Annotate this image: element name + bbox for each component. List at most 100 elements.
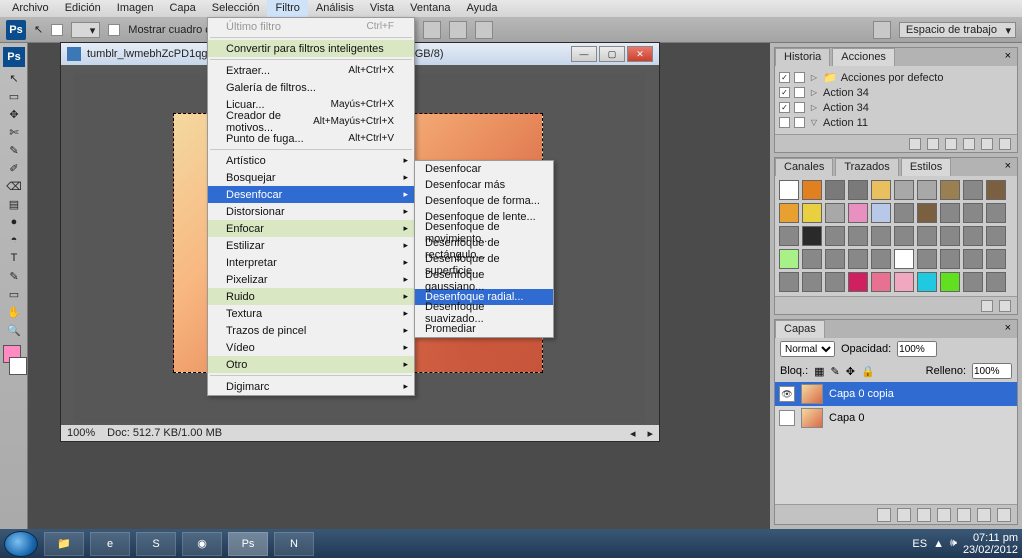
style-swatch[interactable]	[871, 180, 891, 200]
mask-icon[interactable]	[917, 508, 931, 522]
tool-icon[interactable]: ▭	[3, 87, 25, 105]
style-swatch[interactable]	[917, 226, 937, 246]
style-swatch[interactable]	[940, 249, 960, 269]
clock[interactable]: 07:11 pm 23/02/2012	[963, 532, 1018, 556]
style-swatch[interactable]	[871, 272, 891, 292]
style-swatch[interactable]	[917, 180, 937, 200]
taskbar-ie[interactable]: e	[90, 532, 130, 556]
style-swatch[interactable]	[825, 249, 845, 269]
menuitem-digimarc[interactable]: Digimarc	[208, 378, 414, 395]
layer-thumb[interactable]	[801, 408, 823, 428]
menuitem-trazos-de-pincel[interactable]: Trazos de pincel	[208, 322, 414, 339]
taskbar-onenote[interactable]: N	[274, 532, 314, 556]
style-swatch[interactable]	[963, 226, 983, 246]
layer-row[interactable]: 👁Capa 0 copia	[775, 382, 1017, 406]
action-dialog[interactable]	[794, 87, 805, 98]
style-swatch[interactable]	[986, 272, 1006, 292]
menu-vista[interactable]: Vista	[362, 0, 402, 17]
action-dialog[interactable]	[794, 102, 805, 113]
scroll-left-icon[interactable]: ◂	[630, 427, 636, 440]
action-row[interactable]: ✓▷📁Acciones por defecto	[779, 70, 1013, 85]
style-swatch[interactable]	[894, 249, 914, 269]
menuitem-convertir-para-filtros-inteligentes[interactable]: Convertir para filtros inteligentes	[208, 40, 414, 57]
action-check[interactable]: ✓	[779, 102, 790, 113]
trash-icon[interactable]	[997, 508, 1011, 522]
adjustment-icon[interactable]	[937, 508, 951, 522]
menu-análisis[interactable]: Análisis	[308, 0, 362, 17]
style-swatch[interactable]	[894, 226, 914, 246]
scroll-right-icon[interactable]: ▸	[647, 427, 653, 440]
submenuitem-desenfoque-gaussiano-[interactable]: Desenfoque gaussiano...	[415, 273, 553, 289]
style-swatch[interactable]	[848, 272, 868, 292]
menuitem-distorsionar[interactable]: Distorsionar	[208, 203, 414, 220]
style-swatch[interactable]	[940, 226, 960, 246]
action-row[interactable]: ✓▷Action 34	[779, 85, 1013, 100]
fx-icon[interactable]	[897, 508, 911, 522]
style-swatch[interactable]	[779, 226, 799, 246]
taskbar-photoshop[interactable]: Ps	[228, 532, 268, 556]
start-button[interactable]	[4, 531, 38, 557]
tool-icon[interactable]: ⌫	[3, 177, 25, 195]
link-icon[interactable]	[877, 508, 891, 522]
style-swatch[interactable]	[779, 249, 799, 269]
menuitem-interpretar[interactable]: Interpretar	[208, 254, 414, 271]
tool-icon[interactable]: ✥	[3, 105, 25, 123]
style-swatch[interactable]	[848, 203, 868, 223]
tool-icon[interactable]: 🔍	[3, 321, 25, 339]
style-swatch[interactable]	[917, 203, 937, 223]
style-swatch[interactable]	[940, 180, 960, 200]
distribute-icon[interactable]	[423, 21, 441, 39]
close-button[interactable]: ✕	[627, 46, 653, 62]
close-icon[interactable]: ×	[999, 158, 1017, 176]
fold-icon[interactable]: ▷	[809, 73, 819, 82]
fold-icon[interactable]: ▷	[809, 88, 819, 97]
tool-icon[interactable]: ✎	[3, 267, 25, 285]
style-swatch[interactable]	[802, 249, 822, 269]
style-swatch[interactable]	[940, 203, 960, 223]
group-icon[interactable]	[957, 508, 971, 522]
opacity-input[interactable]	[897, 341, 937, 357]
style-swatch[interactable]	[963, 203, 983, 223]
tool-icon[interactable]: ●	[3, 213, 25, 231]
menuitem-extraer-[interactable]: Extraer...Alt+Ctrl+X	[208, 62, 414, 79]
layers-tab[interactable]: Capas	[775, 320, 825, 338]
tool-icon[interactable]: ◓	[3, 231, 25, 249]
trash-icon[interactable]	[999, 138, 1011, 150]
style-swatch[interactable]	[779, 272, 799, 292]
show-bbox-checkbox[interactable]	[108, 24, 120, 36]
blend-mode-select[interactable]: Normal	[780, 341, 835, 357]
zoom-level[interactable]: 100%	[67, 427, 95, 439]
action-dialog[interactable]	[794, 72, 805, 83]
visibility-icon[interactable]: 👁	[779, 386, 795, 402]
action-check[interactable]: ✓	[779, 72, 790, 83]
auto-select-checkbox[interactable]	[51, 24, 63, 36]
style-swatch[interactable]	[802, 272, 822, 292]
menuitem-v-deo[interactable]: Vídeo	[208, 339, 414, 356]
visibility-icon[interactable]	[779, 410, 795, 426]
style-swatch[interactable]	[871, 226, 891, 246]
action-check[interactable]	[779, 117, 790, 128]
channels-tab[interactable]: Canales	[775, 158, 833, 176]
action-dialog[interactable]	[794, 117, 805, 128]
screenmode-icon[interactable]	[873, 21, 891, 39]
style-swatch[interactable]	[871, 249, 891, 269]
menu-edición[interactable]: Edición	[57, 0, 109, 17]
tool-icon[interactable]: ↖	[3, 69, 25, 87]
style-swatch[interactable]	[894, 180, 914, 200]
close-icon[interactable]: ×	[999, 48, 1017, 66]
menu-archivo[interactable]: Archivo	[4, 0, 57, 17]
tool-icon[interactable]: ▭	[3, 285, 25, 303]
tool-icon[interactable]: ▤	[3, 195, 25, 213]
maximize-button[interactable]: ▢	[599, 46, 625, 62]
style-swatch[interactable]	[894, 203, 914, 223]
new-action-icon[interactable]	[981, 138, 993, 150]
submenuitem-desenfoque-suavizado-[interactable]: Desenfoque suavizado...	[415, 305, 553, 321]
layer-thumb[interactable]	[801, 384, 823, 404]
style-swatch[interactable]	[802, 226, 822, 246]
menu-selección[interactable]: Selección	[204, 0, 268, 17]
actions-tab[interactable]: Acciones	[832, 48, 895, 66]
taskbar-explorer[interactable]: 📁	[44, 532, 84, 556]
style-swatch[interactable]	[986, 226, 1006, 246]
style-swatch[interactable]	[986, 203, 1006, 223]
style-swatch[interactable]	[986, 249, 1006, 269]
